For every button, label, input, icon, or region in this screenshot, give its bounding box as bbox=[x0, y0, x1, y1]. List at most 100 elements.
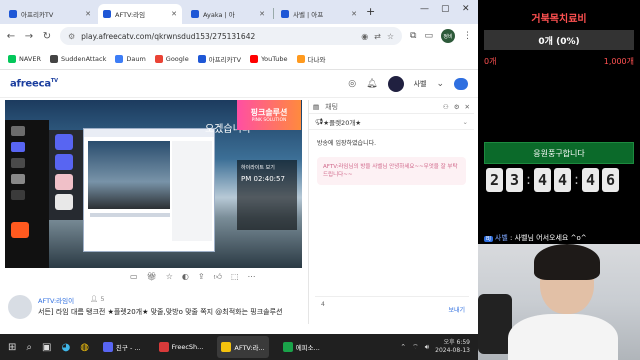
chat-notice[interactable]: 📢︎ ★플렛20개★ ⌄ bbox=[309, 114, 474, 130]
bookmark-danawa[interactable]: 다나와 bbox=[296, 54, 325, 64]
chat-toggle-icon[interactable]: ▭ bbox=[130, 272, 138, 282]
video-player[interactable]: 오겠습니다 핑크솔루션 PINK SOLUTION 하이라이트 보기 PM 02:… bbox=[5, 100, 302, 268]
naver-icon bbox=[8, 54, 16, 63]
chrome-icon[interactable]: ◍ bbox=[80, 342, 89, 353]
new-tab-plus-icon[interactable]: + bbox=[366, 5, 375, 18]
tab-label: 아프리카TV bbox=[21, 11, 54, 19]
bookmark-label: YouTube bbox=[261, 54, 288, 63]
bookmark-label: NAVER bbox=[19, 54, 41, 63]
timer-digit: 4 bbox=[582, 168, 599, 192]
timer-colon: : bbox=[526, 172, 531, 188]
gift-icon[interactable]: 🎁︎ bbox=[147, 272, 157, 282]
translate-icon[interactable]: ⇄ bbox=[374, 32, 381, 41]
bookmark-star-icon[interactable]: ☆ bbox=[387, 32, 394, 41]
share-icon[interactable]: ⇪ bbox=[198, 272, 205, 282]
window-close-icon[interactable]: ✕ bbox=[462, 4, 470, 14]
send-button[interactable]: 보내기 bbox=[448, 305, 465, 314]
message-icon[interactable] bbox=[454, 78, 468, 90]
user-avatar[interactable] bbox=[387, 76, 404, 92]
chat-panel: ▤ 채팅 ⚇ ⚙ ✕ 📢︎ ★플렛20개★ ⌄ 방송에 입장하였습니다. AFT… bbox=[308, 100, 474, 324]
chat-close-icon[interactable]: ✕ bbox=[465, 103, 470, 111]
sidepanel-icon[interactable]: ▭ bbox=[424, 31, 433, 41]
screen-mode-icon[interactable]: ⬚ bbox=[231, 272, 239, 282]
afreecatv-logo[interactable]: afreecaTV bbox=[10, 78, 58, 89]
user-list-icon[interactable]: ⚇ bbox=[443, 103, 449, 111]
minimize-icon[interactable]: — bbox=[420, 4, 429, 14]
chat-settings-icon[interactable]: ⚙ bbox=[454, 103, 460, 111]
close-icon[interactable]: ✕ bbox=[82, 10, 91, 18]
chat-message: : 사벨님 어서오세요 ^o^ bbox=[510, 234, 587, 242]
goal-title: 거북목치료비 bbox=[531, 14, 587, 25]
extensions-icon[interactable]: ⧉ bbox=[410, 31, 416, 41]
forward-arrow-icon[interactable]: → bbox=[24, 31, 34, 42]
volume-icon[interactable]: 🔊︎ bbox=[425, 343, 429, 352]
taskbar: ⊞ ⌕ ▣ ◕ ◍ 친구 - ... FreecSh... AFTV:라... … bbox=[0, 334, 478, 360]
system-message: 방송에 입장하였습니다. bbox=[317, 140, 377, 147]
bj-name[interactable]: AFTV:라임이 bbox=[38, 295, 74, 305]
taskbar-app-friends[interactable]: 친구 - ... bbox=[99, 336, 145, 358]
bj-avatar[interactable] bbox=[8, 295, 32, 319]
logo-text: afreeca bbox=[10, 78, 51, 90]
search-icon[interactable]: ⌕ bbox=[26, 342, 32, 353]
timer-colon: : bbox=[574, 172, 579, 188]
tab-label: AFTV:라임 bbox=[115, 11, 146, 19]
bookmark-naver[interactable]: NAVER bbox=[8, 54, 41, 63]
chat-input[interactable]: 4 보내기 bbox=[315, 296, 469, 316]
close-icon[interactable]: ✕ bbox=[168, 10, 177, 18]
tab-separator bbox=[273, 8, 274, 19]
close-icon[interactable]: ✕ bbox=[348, 10, 357, 18]
back-arrow-icon[interactable]: ← bbox=[6, 31, 16, 42]
site-header: afreecaTV ◎ 🔔︎ 사벨 ⌄ bbox=[0, 70, 478, 98]
taskbar-app-aftv[interactable]: AFTV:라... bbox=[217, 336, 269, 358]
tray-chevron-icon[interactable]: ⌃ bbox=[400, 343, 406, 351]
timer-digit: 6 bbox=[602, 168, 619, 192]
player-controls: ▭ 🎁︎ ☆ ◐ ⇪ 👍︎ ⬚ ⋯ bbox=[130, 272, 256, 282]
menu-kebab-icon[interactable]: ⋮ bbox=[463, 31, 472, 41]
view-icon[interactable]: ◉ bbox=[361, 32, 368, 41]
episode-icon bbox=[282, 342, 293, 352]
promo-banner: 핑크솔루션 PINK SOLUTION bbox=[237, 100, 301, 130]
chat-user: 사벨 bbox=[494, 234, 508, 242]
reload-icon[interactable]: ↻ bbox=[42, 31, 52, 42]
bookmark-youtube[interactable]: YouTube bbox=[250, 54, 288, 63]
close-icon[interactable]: ✕ bbox=[256, 10, 265, 18]
tab-ayaka[interactable]: Ayaka | 아 ✕ bbox=[186, 4, 270, 24]
bookmark-suddenattack[interactable]: SuddenAttack bbox=[49, 54, 106, 63]
chevron-down-icon[interactable]: ⌄ bbox=[463, 118, 468, 126]
more-icon[interactable]: ⋯ bbox=[248, 272, 256, 282]
tab-sabel[interactable]: 사벨 | 아프 ✕ bbox=[276, 4, 362, 24]
url-text[interactable]: play.afreecatv.com/qkrwnsdud153/27513164… bbox=[81, 32, 355, 41]
broadcast-icon[interactable]: ◎ bbox=[348, 79, 356, 89]
notification-bell-icon[interactable]: 🔔︎ bbox=[366, 79, 377, 89]
edge-icon[interactable]: ◕ bbox=[61, 342, 70, 353]
taskbar-app-freecshare[interactable]: FreecSh... bbox=[155, 336, 208, 358]
bookmark-daum[interactable]: Daum bbox=[115, 54, 146, 63]
profile-avatar[interactable]: 정비 bbox=[441, 29, 455, 43]
browser-toolbar: ← → ↻ ⚙ play.afreecatv.com/qkrwnsdud153/… bbox=[0, 24, 478, 48]
sticker-icon[interactable]: ◐ bbox=[182, 272, 189, 282]
system-clock[interactable]: 오후 6:59 2024-08-13 bbox=[435, 339, 470, 355]
chat-input-text[interactable]: 4 bbox=[321, 301, 325, 308]
webcam-feed bbox=[478, 244, 640, 360]
tab-afreecatv[interactable]: 아프리카TV ✕ bbox=[4, 4, 96, 24]
task-view-icon[interactable]: ▣ bbox=[42, 342, 51, 353]
chat-side-icon[interactable]: ▤ bbox=[313, 103, 319, 111]
maximize-icon[interactable]: ▢ bbox=[441, 4, 450, 14]
chevron-down-icon[interactable]: ⌄ bbox=[436, 79, 444, 89]
like-thumb-icon[interactable]: 👍︎ bbox=[214, 272, 222, 282]
address-bar[interactable]: ⚙ play.afreecatv.com/qkrwnsdud153/275131… bbox=[60, 27, 403, 45]
suddenattack-icon bbox=[49, 54, 58, 63]
viewer-count: 👤︎ 5 bbox=[90, 295, 104, 303]
site-info-icon[interactable]: ⚙ bbox=[68, 32, 75, 41]
bookmark-google[interactable]: Google bbox=[154, 54, 189, 63]
chat-title: 채팅 bbox=[325, 102, 339, 111]
network-icon[interactable]: ⌔ bbox=[412, 343, 419, 352]
tab-aftv-lime[interactable]: AFTV:라임 ✕ bbox=[98, 4, 182, 24]
star-balloon-icon[interactable]: ☆ bbox=[166, 272, 173, 282]
taskbar-app-episode[interactable]: 에피소... bbox=[279, 336, 324, 358]
user-name[interactable]: 사벨 bbox=[414, 79, 427, 89]
windows-start-icon[interactable]: ⊞ bbox=[8, 342, 16, 353]
overlay-chat-line: BJ 사벨 : 사벨님 어서오세요 ^o^ bbox=[484, 233, 587, 243]
bookmark-afreecatv[interactable]: 아프리카TV bbox=[197, 54, 241, 64]
timer-digit: 4 bbox=[554, 168, 571, 192]
